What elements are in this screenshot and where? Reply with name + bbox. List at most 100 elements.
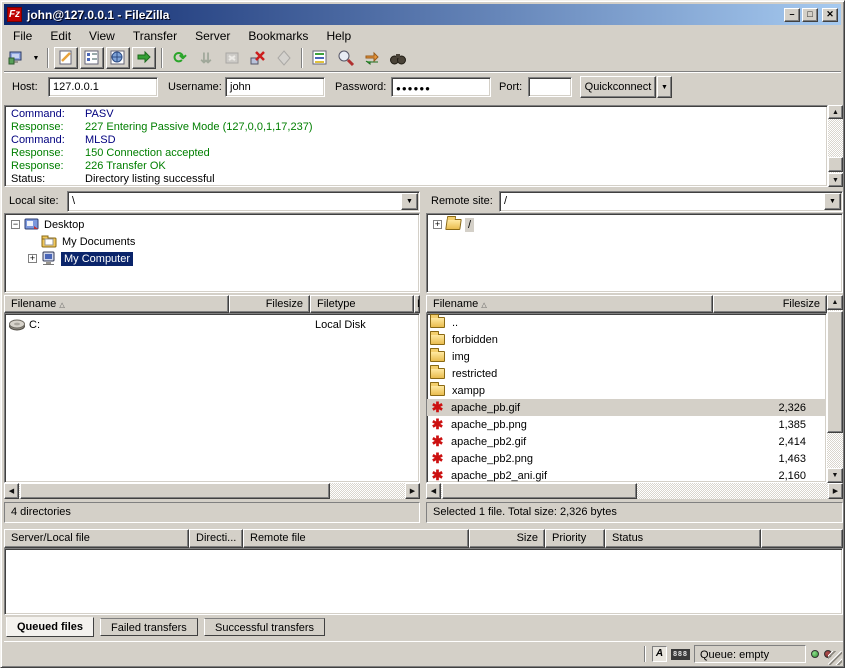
remote-file-row[interactable]: .. <box>427 314 826 331</box>
message-log[interactable]: Command:PASV Response:227 Entering Passi… <box>4 105 828 187</box>
remote-hscrollbar-thumb[interactable] <box>442 483 637 499</box>
menu-file[interactable]: File <box>4 27 41 45</box>
log-scrollbar[interactable]: ▲ ▼ <box>828 105 843 187</box>
column-header-filetype[interactable]: Filetype <box>310 295 414 313</box>
transfer-queue-list[interactable] <box>4 548 843 615</box>
scroll-left-icon[interactable]: ◀ <box>426 483 441 499</box>
site-manager-dropdown-icon[interactable]: ▼ <box>30 47 42 69</box>
resize-grip[interactable] <box>828 651 842 665</box>
column-header-filesize[interactable]: Filesize <box>713 295 827 313</box>
port-label: Port: <box>499 81 522 93</box>
toggle-transfer-queue-icon[interactable] <box>132 47 156 69</box>
disconnect-icon[interactable] <box>246 47 270 69</box>
process-queue-icon[interactable]: ⇊ <box>194 47 218 69</box>
column-header-size[interactable]: Size <box>469 529 545 548</box>
toggle-local-tree-icon[interactable] <box>80 47 104 69</box>
toolbar: ▼ ⟳ ⇊ <box>4 45 841 72</box>
column-header-filename[interactable]: Filename △ <box>4 295 229 313</box>
menu-help[interactable]: Help <box>317 27 360 45</box>
remote-file-row[interactable]: img <box>427 348 826 365</box>
column-header-direction[interactable]: Directi... <box>189 529 243 548</box>
column-header-filename[interactable]: Filename △ <box>426 295 713 313</box>
password-input[interactable]: ●●●●●● <box>391 77 491 97</box>
abort-icon[interactable] <box>220 47 244 69</box>
cancel-icon[interactable] <box>272 47 296 69</box>
remote-file-row-selected[interactable]: ✱apache_pb.gif2,326 <box>427 399 826 416</box>
title-bar[interactable]: Fz john@127.0.0.1 - FileZilla – □ ✕ <box>4 4 841 25</box>
quickconnect-dropdown-icon[interactable]: ▼ <box>657 76 672 98</box>
combo-dropdown-icon[interactable]: ▼ <box>401 193 418 210</box>
transfer-type-icon[interactable]: A <box>652 646 667 662</box>
host-input[interactable]: 127.0.0.1 <box>48 77 158 97</box>
remote-scrollbar-thumb[interactable] <box>827 311 843 433</box>
remote-file-row[interactable]: xampp <box>427 382 826 399</box>
find-files-icon[interactable] <box>386 47 410 69</box>
scroll-left-icon[interactable]: ◀ <box>4 483 19 499</box>
column-header-lastmodified[interactable]: L <box>414 295 420 313</box>
folder-icon <box>430 385 445 396</box>
remote-file-row[interactable]: ✱apache_pb2_ani.gif2,160 <box>427 467 826 483</box>
remote-file-row[interactable]: ✱apache_pb2.png1,463 <box>427 450 826 467</box>
speed-limits-icon[interactable]: 888 <box>671 649 690 660</box>
log-scrollbar-thumb[interactable] <box>828 157 843 172</box>
local-site-combo[interactable]: \ ▼ <box>67 191 420 212</box>
scroll-down-icon[interactable]: ▼ <box>827 468 843 483</box>
menu-edit[interactable]: Edit <box>41 27 80 45</box>
broken-image-icon: ✱ <box>430 452 445 465</box>
menu-bookmarks[interactable]: Bookmarks <box>239 27 317 45</box>
remote-file-row[interactable]: forbidden <box>427 331 826 348</box>
combo-dropdown-icon[interactable]: ▼ <box>824 193 841 210</box>
column-header-status[interactable]: Status <box>605 529 761 548</box>
tree-item-desktop[interactable]: − Desktop <box>11 216 419 233</box>
synchronized-browsing-icon[interactable] <box>360 47 384 69</box>
maximize-button[interactable]: □ <box>802 8 818 22</box>
tree-item-my-documents[interactable]: My Documents <box>11 233 419 250</box>
port-input[interactable] <box>528 77 572 97</box>
remote-file-row[interactable]: ✱apache_pb2.gif2,414 <box>427 433 826 450</box>
filter-icon[interactable] <box>308 47 332 69</box>
remote-list-hscrollbar[interactable]: ◀ ▶ <box>426 483 843 499</box>
menu-server[interactable]: Server <box>186 27 239 45</box>
username-input[interactable]: john <box>225 77 325 97</box>
expand-icon[interactable]: + <box>433 220 442 229</box>
collapse-icon[interactable]: − <box>11 220 20 229</box>
column-header-server-local-file[interactable]: Server/Local file <box>4 529 189 548</box>
remote-file-row[interactable]: restricted <box>427 365 826 382</box>
expand-icon[interactable]: + <box>28 254 37 263</box>
close-button[interactable]: ✕ <box>822 8 838 22</box>
tab-queued-files[interactable]: Queued files <box>6 617 94 637</box>
scroll-up-icon[interactable]: ▲ <box>827 295 843 310</box>
site-manager-icon[interactable] <box>4 47 28 69</box>
minimize-button[interactable]: – <box>784 8 800 22</box>
quickconnect-button[interactable]: Quickconnect <box>580 76 656 98</box>
remote-file-row[interactable]: ✱apache_pb.png1,385 <box>427 416 826 433</box>
toggle-message-log-icon[interactable] <box>54 47 78 69</box>
scroll-up-icon[interactable]: ▲ <box>828 105 843 119</box>
log-line: Response:227 Entering Passive Mode (127,… <box>11 121 827 134</box>
menu-transfer[interactable]: Transfer <box>124 27 186 45</box>
local-list-hscrollbar[interactable]: ◀ ▶ <box>4 483 420 499</box>
local-tree[interactable]: − Desktop My Documents + My Computer <box>4 213 420 293</box>
remote-file-list[interactable]: .. forbidden img restricted xampp ✱apach… <box>426 313 827 483</box>
directory-comparison-icon[interactable] <box>334 47 358 69</box>
menu-view[interactable]: View <box>80 27 124 45</box>
scroll-right-icon[interactable]: ▶ <box>828 483 843 499</box>
scroll-right-icon[interactable]: ▶ <box>405 483 420 499</box>
local-file-row[interactable]: C: Local Disk <box>5 316 419 333</box>
column-header-filesize[interactable]: Filesize <box>229 295 310 313</box>
tab-successful-transfers[interactable]: Successful transfers <box>204 618 325 636</box>
local-file-list[interactable]: C: Local Disk <box>4 313 420 483</box>
tree-item-root[interactable]: + / <box>433 216 842 233</box>
local-hscrollbar-thumb[interactable] <box>20 483 330 499</box>
scroll-down-icon[interactable]: ▼ <box>828 173 843 187</box>
computer-icon <box>41 251 57 266</box>
column-header-priority[interactable]: Priority <box>545 529 605 548</box>
column-header-remote-file[interactable]: Remote file <box>243 529 469 548</box>
tree-item-my-computer[interactable]: + My Computer <box>11 250 419 267</box>
remote-site-combo[interactable]: / ▼ <box>499 191 843 212</box>
remote-list-scrollbar[interactable]: ▲ ▼ <box>827 295 843 483</box>
tab-failed-transfers[interactable]: Failed transfers <box>100 618 198 636</box>
toggle-remote-tree-icon[interactable] <box>106 47 130 69</box>
remote-tree[interactable]: + / <box>426 213 843 293</box>
refresh-icon[interactable]: ⟳ <box>168 47 192 69</box>
